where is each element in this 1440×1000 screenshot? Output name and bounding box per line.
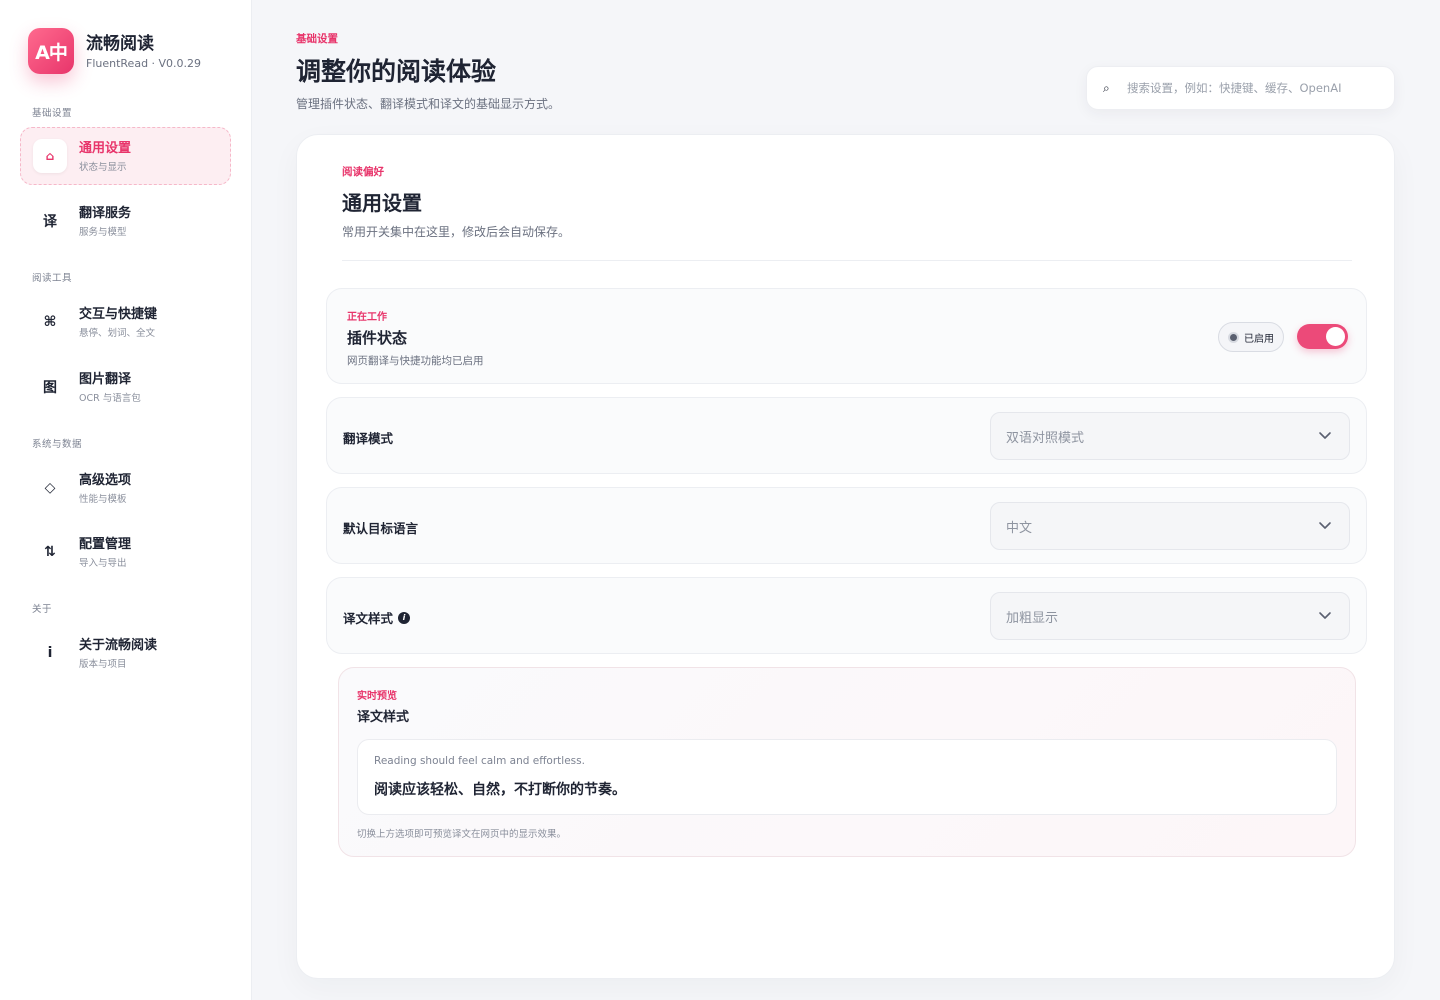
page-title: 调整你的阅读体验 (296, 57, 497, 86)
translation-mode-label: 翻译模式 (343, 428, 393, 447)
settings-card: 阅读偏好 通用设置 常用开关集中在这里，修改后会自动保存。 正在工作 插件状态 … (296, 134, 1395, 979)
translation-style-label-text: 译文样式 (343, 611, 394, 626)
translation-style-row: 译文样式 i 加粗显示 (326, 577, 1367, 654)
sidebar-item-translation-service[interactable]: 译 翻译服务 服务与模型 (20, 192, 231, 250)
preview-box: Reading should feel calm and effortless.… (357, 739, 1337, 815)
sidebar-item-sub: OCR 与语言包 (79, 392, 141, 404)
chevron-down-icon (1319, 432, 1331, 439)
translation-mode-select[interactable]: 双语对照模式 (990, 412, 1350, 460)
target-language-select[interactable]: 中文 (990, 502, 1350, 550)
info-icon: i (47, 645, 53, 661)
sidebar-item-advanced[interactable]: ◇ 高级选项 性能与模板 (20, 459, 231, 517)
plugin-status-row: 正在工作 插件状态 网页翻译与快捷功能均已启用 已启用 (326, 288, 1367, 384)
translation-style-label: 译文样式 i (343, 608, 411, 627)
target-language-label: 默认目标语言 (343, 518, 418, 537)
chevron-down-icon (1319, 522, 1331, 529)
home-icon: ⌂ (33, 139, 67, 173)
status-description: 网页翻译与快捷功能均已启用 (347, 355, 484, 367)
sidebar-item-label: 翻译服务 (79, 205, 132, 221)
target-language-row: 默认目标语言 中文 (326, 487, 1367, 564)
sidebar-item-sub: 服务与模型 (79, 226, 127, 238)
sidebar-item-label: 图片翻译 (79, 371, 132, 387)
sidebar-item-label: 高级选项 (79, 472, 132, 488)
translation-style-select[interactable]: 加粗显示 (990, 592, 1350, 640)
sidebar-item-label: 通用设置 (79, 140, 132, 156)
sidebar-item-sub: 版本与项目 (79, 658, 127, 670)
brand: A中 流畅阅读 FluentRead · V0.0.29 (28, 28, 201, 74)
sidebar-item-config[interactable]: ⇅ 配置管理 导入与导出 (20, 523, 231, 581)
nav-group-system: 系统与数据 (32, 439, 83, 450)
sidebar-item-label: 配置管理 (79, 536, 132, 552)
image-icon: 图 (43, 380, 57, 396)
status-eyebrow: 正在工作 (347, 312, 387, 323)
nav-group-tools: 阅读工具 (32, 273, 73, 284)
chevron-down-icon (1319, 612, 1331, 619)
translation-mode-value: 双语对照模式 (1006, 430, 1085, 446)
sidebar-item-shortcuts[interactable]: ⌘ 交互与快捷键 悬停、划词、全文 (20, 293, 231, 351)
sidebar-item-sub: 状态与显示 (79, 161, 127, 173)
preview-translated-text: 阅读应该轻松、自然，不打断你的节奏。 (374, 782, 626, 798)
status-dot-icon (1228, 331, 1239, 343)
sidebar-item-sub: 性能与模板 (79, 493, 127, 505)
sidebar-item-sub: 导入与导出 (79, 557, 127, 569)
translation-style-value: 加粗显示 (1006, 610, 1059, 626)
preview-eyebrow: 实时预览 (357, 691, 397, 702)
command-icon: ⌘ (43, 314, 57, 330)
target-language-value: 中文 (1006, 520, 1033, 536)
page-eyebrow: 基础设置 (296, 33, 338, 45)
status-title: 插件状态 (347, 329, 408, 347)
app-version: FluentRead · V0.0.29 (86, 56, 202, 70)
search-icon: ⌕ (1103, 80, 1110, 95)
status-badge-label: 已启用 (1244, 333, 1274, 345)
status-badge: 已启用 (1218, 322, 1284, 352)
target-language-label-text: 默认目标语言 (343, 521, 419, 536)
preview-title: 译文样式 (357, 710, 410, 725)
nav-group-basic: 基础设置 (32, 108, 73, 119)
section-divider (342, 260, 1352, 261)
plugin-enabled-toggle[interactable] (1297, 324, 1348, 349)
app-name: 流畅阅读 (86, 33, 154, 54)
section-description: 常用开关集中在这里，修改后会自动保存。 (342, 225, 571, 239)
sidebar-item-label: 关于流畅阅读 (79, 637, 158, 653)
sidebar-item-about[interactable]: i 关于流畅阅读 版本与项目 (20, 624, 231, 682)
diamond-icon: ◇ (44, 480, 56, 496)
page-description: 管理插件状态、翻译模式和译文的基础显示方式。 (296, 97, 561, 111)
sidebar-item-label: 交互与快捷键 (79, 306, 158, 322)
section-title: 通用设置 (342, 191, 422, 215)
info-icon[interactable]: i (398, 611, 411, 624)
sidebar: A中 流畅阅读 FluentRead · V0.0.29 基础设置 ⌂ 通用设置… (0, 0, 252, 1000)
preview-note: 切换上方选项即可预览译文在网页中的显示效果。 (357, 829, 567, 840)
section-eyebrow: 阅读偏好 (342, 166, 384, 178)
search-box[interactable]: ⌕ (1086, 66, 1395, 110)
toggle-knob (1326, 327, 1345, 346)
app-logo-icon: A中 (28, 28, 74, 74)
sidebar-item-image-translation[interactable]: 图 图片翻译 OCR 与语言包 (20, 358, 231, 416)
search-input[interactable] (1127, 81, 1387, 95)
translate-icon: 译 (43, 214, 57, 230)
import-export-icon: ⇅ (44, 544, 56, 560)
nav-group-about: 关于 (32, 604, 53, 615)
sidebar-item-sub: 悬停、划词、全文 (79, 327, 156, 339)
preview-original-text: Reading should feel calm and effortless. (374, 755, 585, 767)
translation-mode-row: 翻译模式 双语对照模式 (326, 397, 1367, 474)
translation-mode-label-text: 翻译模式 (343, 431, 394, 446)
sidebar-item-general[interactable]: ⌂ 通用设置 状态与显示 (20, 127, 231, 185)
live-preview: 实时预览 译文样式 Reading should feel calm and e… (338, 667, 1356, 857)
